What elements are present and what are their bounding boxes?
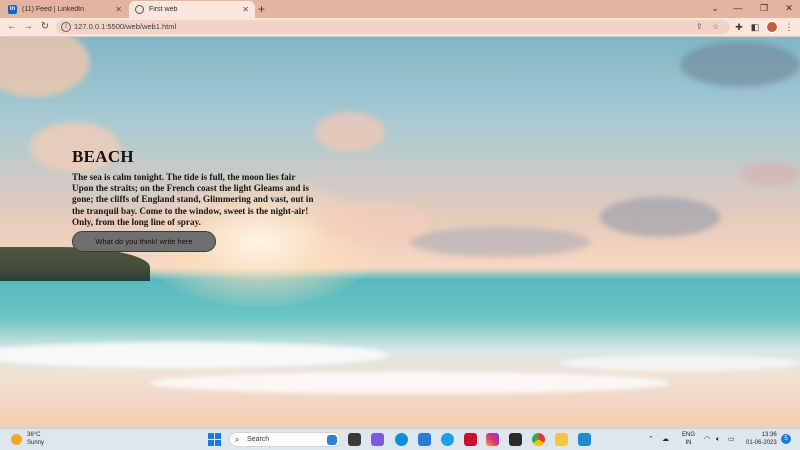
chat-icon[interactable] xyxy=(371,433,384,446)
page-title: BEACH xyxy=(72,147,134,166)
cloud xyxy=(740,162,800,187)
cloud xyxy=(680,42,800,87)
linkedin-icon: in xyxy=(8,5,17,14)
write-here-button[interactable]: What do you think! write here xyxy=(72,231,216,252)
globe-icon xyxy=(135,5,144,14)
cloud xyxy=(0,37,90,97)
intellij-icon[interactable] xyxy=(509,433,522,446)
mcafee-icon[interactable] xyxy=(464,433,477,446)
weather-widget[interactable]: 36°C Sunny xyxy=(27,431,44,447)
volume-icon[interactable]: 🔈︎ xyxy=(716,429,720,450)
lang-line1: ENG xyxy=(682,432,696,438)
taskbar-search[interactable]: ⌕ Search xyxy=(229,432,341,447)
web-page: BEACH The sea is calm tonight. The tide … xyxy=(0,37,800,428)
chrome-icon[interactable] xyxy=(532,433,545,446)
browser-toolbar: ← → ↻ i 127.0.0.1:5500/web/web1.html ⇪ ☆… xyxy=(0,18,800,37)
close-icon[interactable]: ✕ xyxy=(242,5,249,14)
language-indicator[interactable]: ENG IN xyxy=(682,431,695,447)
skype-icon[interactable] xyxy=(441,433,454,446)
address-bar[interactable]: i 127.0.0.1:5500/web/web1.html ⇪ ☆ xyxy=(56,20,730,34)
wave-foam xyxy=(0,342,390,368)
bookmark-star-icon[interactable]: ☆ xyxy=(712,20,719,34)
menu-icon[interactable]: ⋮ xyxy=(782,20,796,34)
tab-label: First web xyxy=(149,6,178,13)
bing-icon[interactable] xyxy=(327,435,337,445)
tab-strip: in (11) Feed | LinkedIn ✕ First web ✕ + … xyxy=(0,0,800,18)
back-icon[interactable]: ← xyxy=(5,20,19,34)
onedrive-icon[interactable]: ☁ xyxy=(662,429,669,450)
site-info-icon[interactable]: i xyxy=(61,22,71,32)
weather-desc: Sunny xyxy=(27,440,45,446)
vscode-icon[interactable] xyxy=(578,433,591,446)
search-icon: ⌕ xyxy=(235,435,240,444)
search-label: Search xyxy=(247,436,270,443)
cloud xyxy=(600,197,720,237)
extensions-icon[interactable]: ✚ xyxy=(732,20,746,34)
sun-icon[interactable] xyxy=(11,434,22,445)
content-block: BEACH The sea is calm tonight. The tide … xyxy=(72,147,316,228)
windows-start-icon[interactable] xyxy=(208,433,221,446)
cloud xyxy=(315,112,385,152)
clock-time: 13:36 xyxy=(761,432,777,438)
side-panel-icon[interactable]: ◧ xyxy=(748,20,762,34)
reload-icon[interactable]: ↻ xyxy=(38,20,52,34)
file-explorer-icon[interactable] xyxy=(555,433,568,446)
battery-icon[interactable]: ▭ xyxy=(728,429,735,450)
new-tab-button[interactable]: + xyxy=(258,1,265,17)
clock-date: 01-06-2023 xyxy=(746,440,777,446)
cloud xyxy=(320,202,430,242)
taskbar: 36°C Sunny ⌕ Search ⌃ ☁ ENG IN ◠ 🔈︎ ▭ 13… xyxy=(0,428,800,450)
edge-icon[interactable] xyxy=(395,433,408,446)
tab-linkedin[interactable]: in (11) Feed | LinkedIn ✕ xyxy=(2,1,128,18)
chevron-up-icon[interactable]: ⌃ xyxy=(648,429,654,450)
cloud xyxy=(410,227,590,257)
wave-foam xyxy=(150,372,670,394)
minimize-button[interactable]: — xyxy=(725,0,751,18)
lang-line2: IN xyxy=(685,440,692,446)
wifi-icon[interactable]: ◠ xyxy=(704,429,710,450)
wave-foam xyxy=(560,355,800,371)
close-window-button[interactable]: ✕ xyxy=(776,0,800,18)
instagram-icon[interactable] xyxy=(486,433,499,446)
maximize-button[interactable]: ❐ xyxy=(751,0,777,18)
share-icon[interactable]: ⇪ xyxy=(696,20,703,34)
weather-temp: 36°C xyxy=(27,432,41,438)
url-text[interactable]: 127.0.0.1:5500/web/web1.html xyxy=(74,20,176,34)
clock[interactable]: 13:36 01-06-2023 xyxy=(746,431,777,447)
forward-icon[interactable]: → xyxy=(21,20,35,34)
profile-avatar[interactable] xyxy=(766,21,778,33)
task-view-icon[interactable] xyxy=(348,433,361,446)
tab-label: (11) Feed | LinkedIn xyxy=(22,6,85,13)
tab-first-web[interactable]: First web ✕ xyxy=(129,1,255,18)
notification-badge[interactable]: 5 xyxy=(781,434,791,444)
poem-text: The sea is calm tonight. The tide is ful… xyxy=(72,172,314,227)
store-icon[interactable] xyxy=(418,433,431,446)
close-icon[interactable]: ✕ xyxy=(115,5,122,14)
palm-island xyxy=(0,247,150,281)
